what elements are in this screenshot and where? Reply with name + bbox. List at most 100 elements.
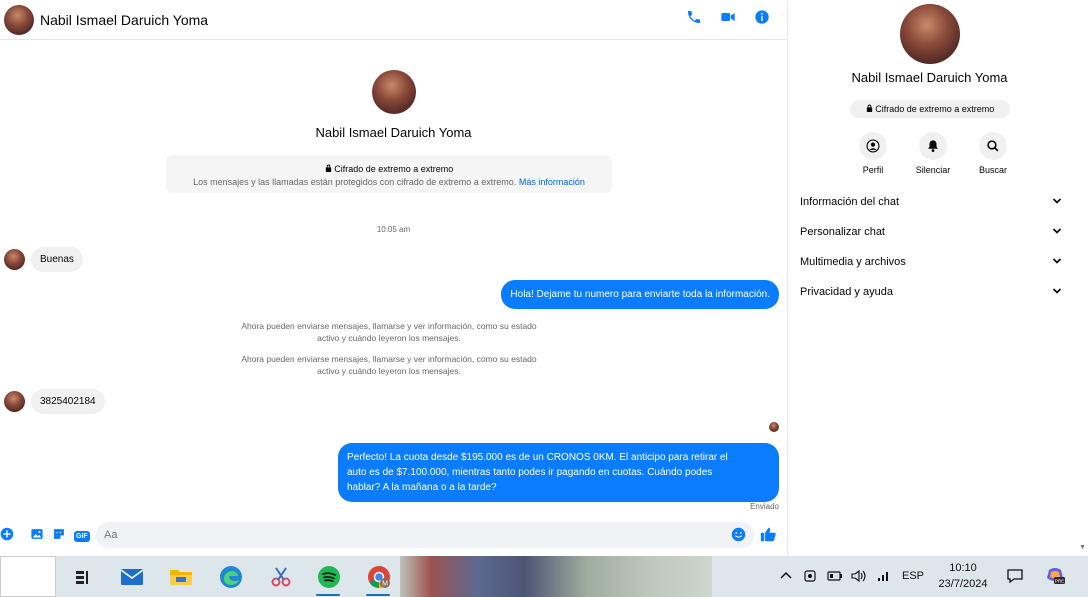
menu-item-chat-info[interactable]: Información del chat	[800, 187, 1062, 217]
search-icon	[979, 132, 1007, 160]
system-notice-line: Ahora pueden enviarse mensajes, llamarse…	[241, 321, 537, 331]
search-label: Buscar	[978, 165, 1007, 175]
panel-menu: Información del chat Personalizar chat M…	[800, 187, 1062, 307]
contact-name[interactable]: Nabil Ismael Daruich Yoma	[40, 12, 208, 28]
sticker-icon[interactable]	[52, 527, 66, 546]
mail-icon[interactable]	[119, 564, 145, 590]
system-notice: Ahora pueden enviarse mensajes, llamarse…	[216, 320, 562, 344]
edge-browser-icon[interactable]	[218, 564, 244, 590]
system-notice: Ahora pueden enviarse mensajes, llamarse…	[216, 353, 562, 377]
search-button[interactable]: Buscar	[968, 132, 1018, 175]
menu-item-label: Información del chat	[800, 196, 900, 208]
svg-text:M: M	[382, 581, 388, 588]
scroll-down-arrow-icon[interactable]: ▼	[1079, 544, 1086, 551]
copilot-badge-text: PRE	[1055, 579, 1064, 584]
e2e-chip-label: Cifrado de extremo a extremo	[875, 104, 995, 114]
profile-label: Perfil	[862, 165, 884, 175]
mute-button[interactable]: Silenciar	[908, 132, 958, 175]
chat-intro: Nabil Ismael Daruich Yoma	[0, 70, 787, 140]
e2e-chip[interactable]: Cifrado de extremo a extremo	[850, 100, 1010, 118]
conversation-details-panel: Nabil Ismael Daruich Yoma Cifrado de ext…	[787, 0, 1088, 556]
message-bubble-incoming[interactable]: 3825402184	[31, 389, 105, 414]
panel-contact-name: Nabil Ismael Daruich Yoma	[851, 70, 1008, 85]
panel-avatar[interactable]	[900, 4, 960, 64]
notifications-icon[interactable]	[1006, 567, 1024, 588]
gif-icon[interactable]: GIF	[74, 530, 90, 542]
panel-actions: Perfil Silenciar Buscar	[848, 132, 1018, 175]
speaker-icon[interactable]	[850, 569, 868, 586]
chat-header: Nabil Ismael Daruich Yoma	[0, 0, 787, 40]
image-icon[interactable]	[30, 527, 44, 546]
task-view-icon[interactable]	[70, 564, 96, 590]
message-bubble-outgoing[interactable]: Hola! Dejame tu numero para enviarte tod…	[501, 280, 779, 309]
running-app-indicator	[316, 594, 340, 596]
sender-avatar[interactable]	[4, 249, 25, 270]
read-receipt-avatar	[769, 422, 779, 432]
lock-icon	[866, 104, 876, 114]
menu-item-label: Multimedia y archivos	[800, 256, 906, 268]
menu-item-label: Personalizar chat	[800, 226, 885, 238]
phone-icon[interactable]	[685, 8, 703, 26]
clock-time: 10:10	[949, 562, 977, 574]
message-list[interactable]: Nabil Ismael Daruich Yoma Cifrado de ext…	[0, 41, 787, 517]
profile-button[interactable]: Perfil	[848, 132, 898, 175]
e2e-text-row: Los mensajes y las llamadas están proteg…	[166, 176, 612, 189]
message-line: hablar? A la mañana o a la tarde?	[347, 482, 497, 493]
header-actions	[685, 8, 771, 26]
windows-taskbar: M ESP 10:10 23/7/2024 PRE	[0, 556, 1088, 597]
incoming-message-row: 3825402184	[4, 389, 105, 414]
emoji-icon[interactable]	[731, 527, 746, 547]
timestamp: 10:05 am	[376, 225, 411, 234]
spotify-icon[interactable]	[316, 564, 342, 590]
composer-tools: GIF	[0, 527, 90, 546]
menu-item-customize-chat[interactable]: Personalizar chat	[800, 217, 1062, 247]
message-line: auto es de $7.100.000, mientras tanto po…	[347, 467, 713, 478]
e2e-text: Los mensajes y las llamadas están proteg…	[193, 177, 517, 187]
intro-contact-name: Nabil Ismael Daruich Yoma	[315, 125, 472, 140]
menu-item-privacy-help[interactable]: Privacidad y ayuda	[800, 277, 1062, 307]
camera-privacy-icon[interactable]	[803, 569, 817, 586]
sender-avatar[interactable]	[4, 391, 25, 412]
system-notice-line: activo y cuándo leyeron los mensajes.	[317, 333, 461, 343]
e2e-title-row: Cifrado de extremo a extremo	[166, 163, 612, 176]
contact-avatar[interactable]	[4, 4, 34, 35]
chrome-icon[interactable]: M	[366, 564, 392, 590]
language-indicator[interactable]: ESP	[902, 570, 924, 582]
chevron-up-icon[interactable]	[779, 569, 793, 586]
copilot-icon[interactable]: PRE	[1045, 566, 1065, 589]
taskbar-search-box[interactable]	[0, 556, 56, 597]
e2e-notice: Cifrado de extremo a extremo Los mensaje…	[166, 155, 612, 193]
file-explorer-icon[interactable]	[168, 564, 194, 590]
lock-icon	[325, 164, 335, 174]
e2e-title: Cifrado de extremo a extremo	[334, 164, 454, 174]
wifi-icon[interactable]	[876, 569, 892, 586]
info-icon[interactable]	[753, 8, 771, 26]
menu-item-media-files[interactable]: Multimedia y archivos	[800, 247, 1062, 277]
chevron-down-icon	[1052, 256, 1062, 269]
sent-status: Enviado	[750, 502, 779, 511]
chevron-down-icon	[1052, 286, 1062, 299]
system-notice-line: Ahora pueden enviarse mensajes, llamarse…	[241, 354, 537, 364]
more-info-link[interactable]: Más información	[519, 177, 585, 187]
intro-avatar[interactable]	[371, 70, 416, 114]
battery-icon[interactable]	[826, 569, 844, 586]
taskbar-clock[interactable]: 10:10 23/7/2024	[928, 560, 998, 592]
message-bubble-outgoing[interactable]: Perfecto! La cuota desde $195.000 es de …	[338, 443, 779, 502]
like-icon[interactable]	[760, 526, 777, 548]
video-call-icon[interactable]	[719, 8, 737, 26]
message-input[interactable]	[96, 522, 754, 548]
chevron-down-icon	[1052, 226, 1062, 239]
clock-date: 23/7/2024	[938, 578, 988, 590]
message-bubble-incoming[interactable]: Buenas	[31, 247, 83, 272]
composer: GIF	[0, 519, 787, 553]
snipping-tool-icon[interactable]	[268, 564, 294, 590]
menu-item-label: Privacidad y ayuda	[800, 286, 893, 298]
running-app-indicator	[366, 594, 390, 596]
taskbar-background-image	[400, 556, 712, 597]
add-icon[interactable]	[0, 527, 14, 546]
system-notice-line: activo y cuándo leyeron los mensajes.	[317, 366, 461, 376]
mute-label: Silenciar	[915, 165, 951, 175]
profile-icon	[859, 132, 887, 160]
message-line: Perfecto! La cuota desde $195.000 es de …	[347, 452, 728, 463]
incoming-message-row: Buenas	[4, 247, 83, 272]
